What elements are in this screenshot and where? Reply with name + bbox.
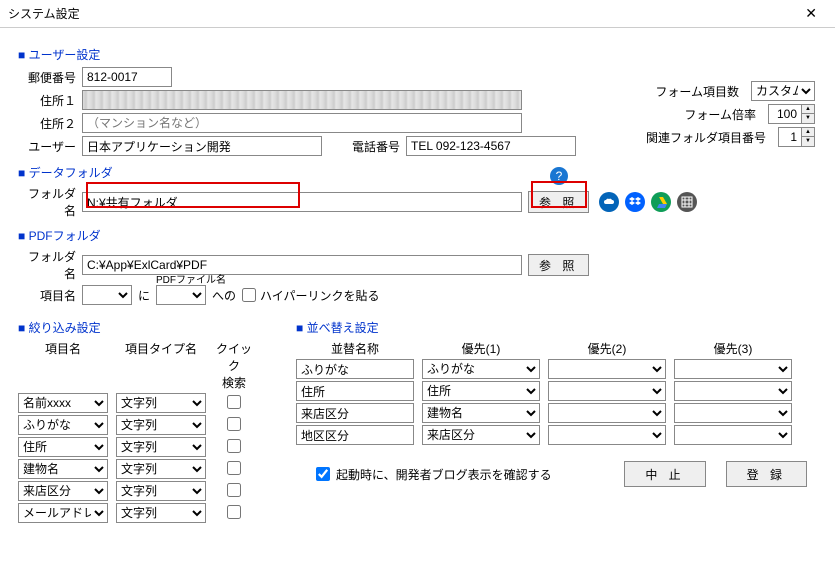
- form-options: フォーム項目数 カスタム フォーム倍率 ▲▼ 関連フォルダ項目番号 ▲▼: [646, 78, 815, 150]
- sort-col-p1: 優先(1): [422, 340, 540, 357]
- data-folder-name-label: フォルダ名: [18, 185, 82, 219]
- sort-name-input[interactable]: [296, 403, 414, 423]
- data-folder-browse-button[interactable]: 参 照: [528, 191, 589, 213]
- filter-type-select[interactable]: 文字列: [116, 393, 206, 413]
- gdrive-icon[interactable]: [651, 192, 671, 212]
- filter-col-quick2: 検索: [214, 374, 254, 391]
- hyperlink-checkbox[interactable]: [242, 288, 256, 302]
- filter-item-select[interactable]: 建物名: [18, 459, 108, 479]
- filter-header: 絞り込み設定: [18, 319, 268, 336]
- sort-p1-select[interactable]: 建物名: [422, 403, 540, 423]
- window-title: システム設定: [8, 5, 80, 22]
- close-icon[interactable]: ✕: [795, 3, 827, 24]
- user-label: ユーザー: [18, 138, 82, 155]
- filter-type-select[interactable]: 文字列: [116, 503, 206, 523]
- nas-icon[interactable]: [677, 192, 697, 212]
- pdf-ni-label: に: [132, 287, 156, 304]
- startup-checkbox[interactable]: [316, 467, 330, 481]
- sort-p3-select[interactable]: [674, 403, 792, 423]
- filter-quick-checkbox[interactable]: [227, 483, 241, 497]
- filter-quick-checkbox[interactable]: [227, 505, 241, 519]
- sort-p2-select[interactable]: [548, 403, 666, 423]
- sort-p3-select[interactable]: [674, 359, 792, 379]
- sort-name-input[interactable]: [296, 381, 414, 401]
- postal-label: 郵便番号: [18, 69, 82, 86]
- help-icon[interactable]: ?: [550, 167, 568, 185]
- filter-quick-checkbox[interactable]: [227, 395, 241, 409]
- form-scale-spinner[interactable]: ▲▼: [802, 104, 815, 124]
- pdf-folder-name-label: フォルダ名: [18, 248, 82, 282]
- filter-type-select[interactable]: 文字列: [116, 481, 206, 501]
- sort-name-input[interactable]: [296, 359, 414, 379]
- pdf-folder-header: PDFフォルダ: [18, 227, 817, 244]
- filter-item-select[interactable]: 名前xxxx: [18, 393, 108, 413]
- user-input[interactable]: [82, 136, 322, 156]
- dropbox-icon[interactable]: [625, 192, 645, 212]
- related-folder-label: 関連フォルダ項目番号: [646, 129, 772, 146]
- cloud-icons: [599, 192, 697, 212]
- sort-p2-select[interactable]: [548, 381, 666, 401]
- related-folder-spinner[interactable]: ▲▼: [802, 127, 815, 147]
- pdf-item-select[interactable]: [82, 285, 132, 305]
- sort-col-p3: 優先(3): [674, 340, 792, 357]
- sort-col-name: 並替名称: [296, 340, 414, 357]
- form-scale-label: フォーム倍率: [684, 106, 762, 123]
- startup-label: 起動時に、開発者ブログ表示を確認する: [336, 466, 552, 483]
- sort-name-input[interactable]: [296, 425, 414, 445]
- form-items-label: フォーム項目数: [655, 83, 745, 100]
- pdf-item-label: 項目名: [18, 287, 82, 304]
- sort-p1-select[interactable]: 住所: [422, 381, 540, 401]
- user-section-header: ユーザー設定: [18, 46, 817, 63]
- data-folder-input[interactable]: [82, 192, 522, 212]
- form-scale-input[interactable]: [768, 104, 802, 124]
- sort-p3-select[interactable]: [674, 425, 792, 445]
- titlebar: システム設定 ✕: [0, 0, 835, 28]
- sort-col-p2: 優先(2): [548, 340, 666, 357]
- addr2-input[interactable]: [82, 113, 522, 133]
- postal-input[interactable]: [82, 67, 172, 87]
- pdf-folder-input[interactable]: [82, 255, 522, 275]
- tel-label: 電話番号: [342, 138, 406, 155]
- filter-quick-checkbox[interactable]: [227, 417, 241, 431]
- hyperlink-label: ハイパーリンクを貼る: [256, 287, 380, 304]
- onedrive-icon[interactable]: [599, 192, 619, 212]
- addr1-input[interactable]: [82, 90, 522, 110]
- related-folder-input[interactable]: [778, 127, 802, 147]
- filter-item-select[interactable]: 来店区分: [18, 481, 108, 501]
- sort-p1-select[interactable]: ふりがな: [422, 359, 540, 379]
- cancel-button[interactable]: 中 止: [624, 461, 705, 487]
- register-button[interactable]: 登 録: [726, 461, 807, 487]
- sort-p2-select[interactable]: [548, 359, 666, 379]
- filter-col-quick1: クイック: [214, 340, 254, 374]
- filter-item-select[interactable]: 住所: [18, 437, 108, 457]
- addr1-label: 住所１: [18, 92, 82, 109]
- filter-item-select[interactable]: メールアドレ: [18, 503, 108, 523]
- sort-p2-select[interactable]: [548, 425, 666, 445]
- pdf-file-label: PDFファイル名: [156, 271, 226, 286]
- addr2-label: 住所２: [18, 115, 82, 132]
- filter-col-type: 項目タイプ名: [116, 340, 206, 391]
- data-folder-header: データフォルダ: [18, 164, 817, 181]
- filter-item-select[interactable]: ふりがな: [18, 415, 108, 435]
- filter-quick-checkbox[interactable]: [227, 461, 241, 475]
- sort-header: 並べ替え設定: [296, 319, 817, 336]
- filter-type-select[interactable]: 文字列: [116, 459, 206, 479]
- pdf-file-select[interactable]: [156, 285, 206, 305]
- form-items-select[interactable]: カスタム: [751, 81, 815, 101]
- filter-type-select[interactable]: 文字列: [116, 437, 206, 457]
- sort-p1-select[interactable]: 来店区分: [422, 425, 540, 445]
- filter-type-select[interactable]: 文字列: [116, 415, 206, 435]
- filter-quick-checkbox[interactable]: [227, 439, 241, 453]
- pdf-folder-browse-button[interactable]: 参 照: [528, 254, 589, 276]
- pdf-heno-label: への: [206, 287, 242, 304]
- filter-col-item: 項目名: [18, 340, 108, 391]
- sort-p3-select[interactable]: [674, 381, 792, 401]
- tel-input[interactable]: [406, 136, 576, 156]
